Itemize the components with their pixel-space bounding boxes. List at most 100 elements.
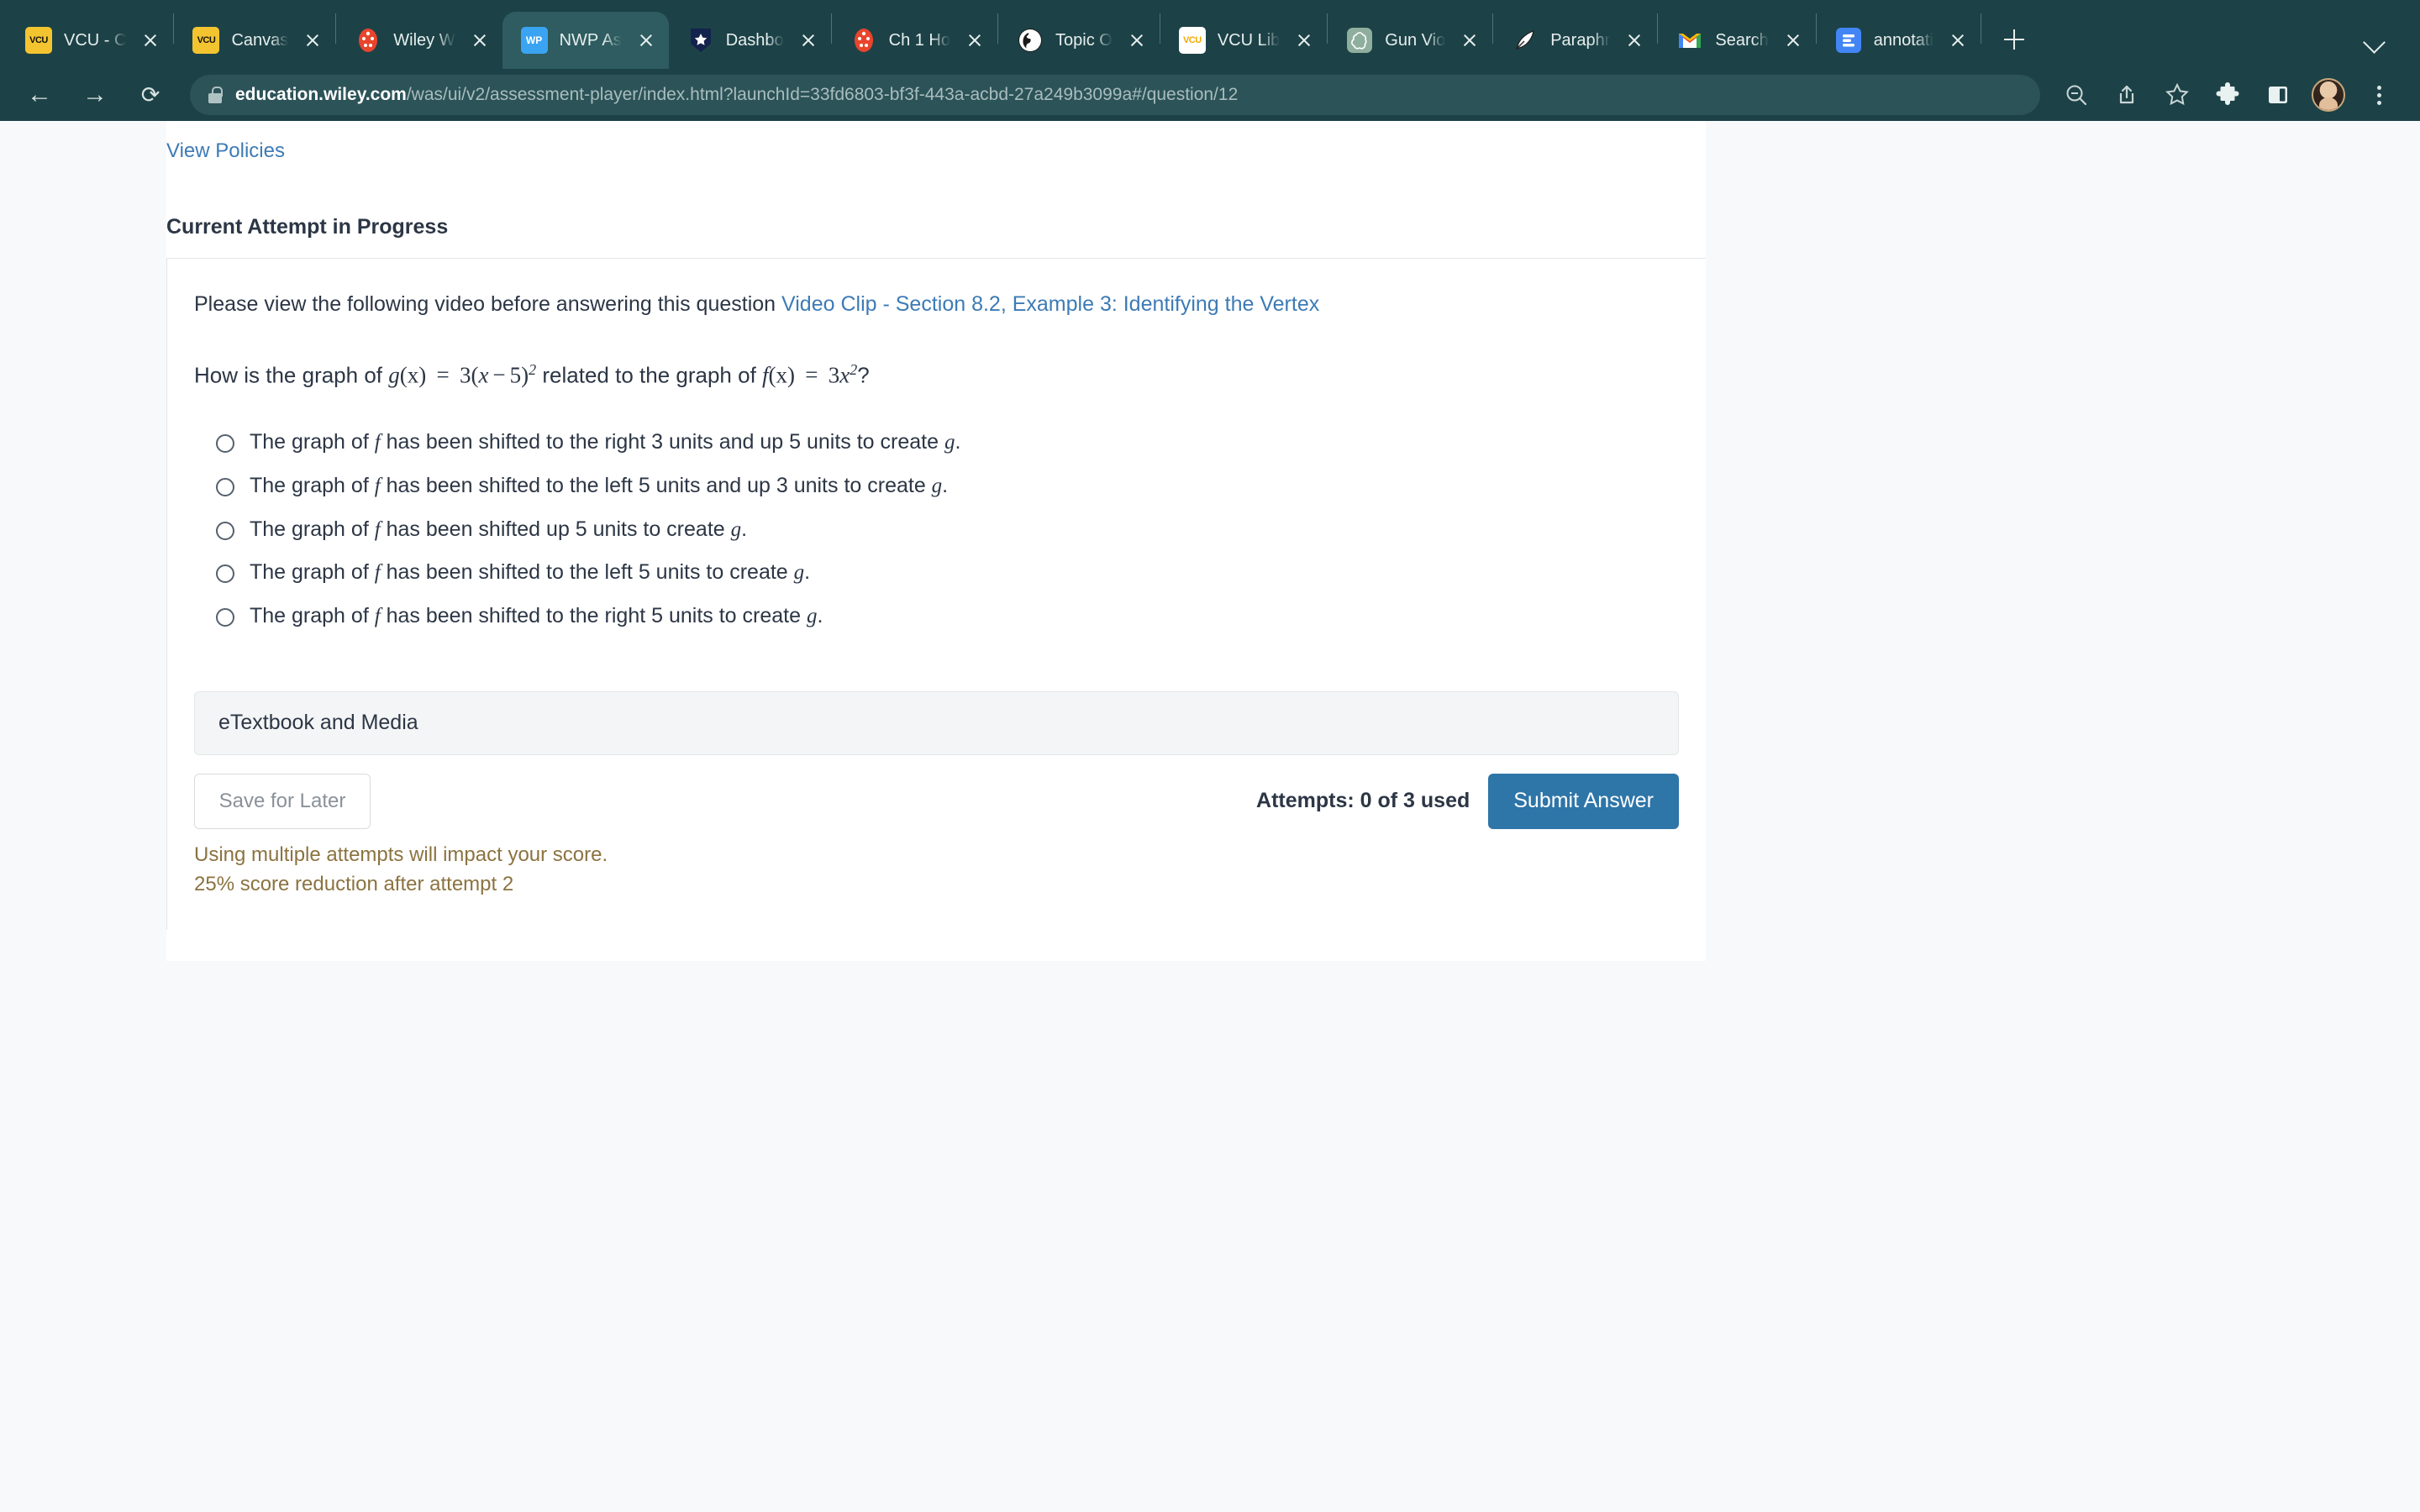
close-icon[interactable]	[796, 28, 821, 53]
toolbar-icon-group	[2054, 72, 2402, 118]
bookmark-star-icon[interactable]	[2154, 72, 2200, 118]
side-panel-icon[interactable]	[2255, 72, 2301, 118]
address-bar[interactable]: education.wiley.com/was/ui/v2/assessment…	[190, 75, 2040, 115]
save-for-later-button[interactable]: Save for Later	[194, 773, 371, 829]
browser-tab-8[interactable]: Gun Vio	[1328, 12, 1492, 69]
browser-tab-11[interactable]: annotati	[1817, 12, 1981, 69]
opt-var-g: g	[806, 605, 818, 628]
new-tab-button[interactable]	[1993, 18, 2035, 60]
warning-impact-score: Using multiple attempts will impact your…	[194, 843, 608, 866]
chevron-down-icon[interactable]	[2358, 24, 2391, 57]
g-shift-value: 5	[509, 362, 522, 388]
attempts-counter: Attempts: 0 of 3 used	[1256, 789, 1470, 813]
question-panel: Please view the following video before a…	[166, 258, 1706, 930]
browser-tab-6[interactable]: Topic O	[998, 12, 1160, 69]
wileyplus-icon: WP	[520, 27, 548, 54]
close-icon[interactable]	[138, 28, 163, 53]
opt-var-f: f	[374, 431, 381, 454]
tab-title: Ch 1 Ho	[888, 30, 950, 50]
browser-tab-0[interactable]: VCU VCU - C	[7, 12, 173, 69]
g-exponent: 2	[529, 360, 537, 378]
function-f-name: f	[762, 362, 769, 388]
opt-var-f: f	[374, 474, 381, 497]
question-middle: related to the graph of	[542, 362, 756, 388]
browser-tab-3-active[interactable]: WP NWP As	[502, 12, 669, 69]
close-icon[interactable]	[634, 28, 659, 53]
opt-suffix: .	[942, 473, 949, 497]
warning-score-reduction: 25% score reduction after attempt 2	[194, 872, 514, 895]
opt-mid: has been shifted up 5 units to create	[380, 517, 731, 541]
browser-tab-1[interactable]: VCU Canvas	[174, 12, 335, 69]
zoom-out-icon[interactable]	[2054, 72, 2099, 118]
vcu-icon: VCU	[25, 27, 52, 54]
function-g-arg: (x)	[399, 362, 427, 388]
close-icon[interactable]	[300, 28, 325, 53]
answer-option-2[interactable]: The graph of f has been shifted up 5 uni…	[216, 516, 1706, 559]
function-g-name: g	[388, 362, 400, 388]
close-icon[interactable]	[1622, 28, 1647, 53]
chrome-menu-kebab-icon[interactable]	[2356, 72, 2402, 118]
g-variable: x	[478, 362, 489, 388]
question-trailing: ?	[857, 362, 870, 388]
function-f-arg: (x)	[768, 362, 796, 388]
browser-tab-9[interactable]: Paraphr	[1493, 12, 1657, 69]
opt-prefix: The graph of	[250, 430, 375, 454]
opt-mid: has been shifted to the left 5 units and…	[380, 473, 932, 497]
profile-avatar[interactable]	[2306, 72, 2351, 118]
opt-prefix: The graph of	[250, 473, 375, 497]
answer-option-3[interactable]: The graph of f has been shifted to the l…	[216, 559, 1706, 602]
browser-tab-7[interactable]: VCU VCU Lib	[1160, 12, 1327, 69]
radio-button[interactable]	[216, 608, 234, 627]
canvas-red-icon	[850, 27, 877, 54]
share-icon[interactable]	[2104, 72, 2149, 118]
browser-window: VCU VCU - C VCU Canvas Wiley W WP NWP As	[0, 0, 2420, 1512]
close-icon[interactable]	[1292, 28, 1317, 53]
reload-button[interactable]: ⟳	[126, 71, 175, 119]
tab-title: Search	[1715, 30, 1769, 50]
view-policies-link[interactable]: View Policies	[166, 121, 285, 163]
browser-tab-2[interactable]: Wiley W	[336, 12, 502, 69]
close-icon[interactable]	[1457, 28, 1482, 53]
browser-tab-5[interactable]: Ch 1 Ho	[832, 12, 997, 69]
tab-title: Wiley W	[393, 30, 455, 50]
openai-icon	[1346, 27, 1373, 54]
close-icon[interactable]	[1781, 28, 1806, 53]
tab-title: VCU - C	[64, 30, 127, 50]
close-icon[interactable]	[1945, 28, 1970, 53]
opt-suffix: .	[804, 560, 811, 585]
question-text: How is the graph of g(x) = 3(x −5)2 relat…	[167, 319, 1706, 391]
page-viewport[interactable]: View Policies Current Attempt in Progres…	[0, 121, 2420, 1512]
close-icon[interactable]	[962, 28, 987, 53]
close-icon[interactable]	[467, 28, 492, 53]
opt-var-f: f	[374, 561, 381, 585]
tab-title: annotati	[1873, 30, 1933, 50]
answer-option-label: The graph of f has been shifted to the l…	[250, 472, 948, 501]
browser-tab-4[interactable]: Dashbo	[669, 12, 831, 69]
etextbook-label: eTextbook and Media	[218, 711, 418, 735]
tab-title: NWP As	[559, 30, 622, 50]
back-button[interactable]: ←	[15, 71, 64, 119]
tab-title: VCU Lib	[1217, 30, 1281, 50]
canvas-icon: VCU	[192, 27, 220, 54]
extensions-puzzle-icon[interactable]	[2205, 72, 2250, 118]
opt-var-f: f	[374, 517, 381, 541]
f-exponent: 2	[850, 360, 858, 378]
globe-icon	[1017, 27, 1044, 54]
answer-option-4[interactable]: The graph of f has been shifted to the r…	[216, 602, 1706, 646]
radio-button[interactable]	[216, 521, 234, 540]
opt-suffix: .	[741, 517, 748, 541]
radio-button[interactable]	[216, 477, 234, 496]
assessment-card: View Policies Current Attempt in Progres…	[166, 121, 1706, 961]
radio-button[interactable]	[216, 564, 234, 584]
forward-button[interactable]: →	[71, 71, 119, 119]
kebab-dots	[2376, 85, 2381, 105]
browser-tab-10[interactable]: Search	[1658, 12, 1815, 69]
etextbook-and-media-accordion[interactable]: eTextbook and Media	[194, 690, 1679, 755]
submit-answer-button[interactable]: Submit Answer	[1488, 773, 1679, 829]
radio-button[interactable]	[216, 434, 234, 454]
close-icon[interactable]	[1124, 28, 1150, 53]
answer-option-0[interactable]: The graph of f has been shifted to the r…	[216, 428, 1706, 472]
answer-option-label: The graph of f has been shifted up 5 uni…	[250, 516, 747, 544]
video-clip-link[interactable]: Video Clip - Section 8.2, Example 3: Ide…	[781, 292, 1319, 316]
answer-option-1[interactable]: The graph of f has been shifted to the l…	[216, 472, 1706, 516]
